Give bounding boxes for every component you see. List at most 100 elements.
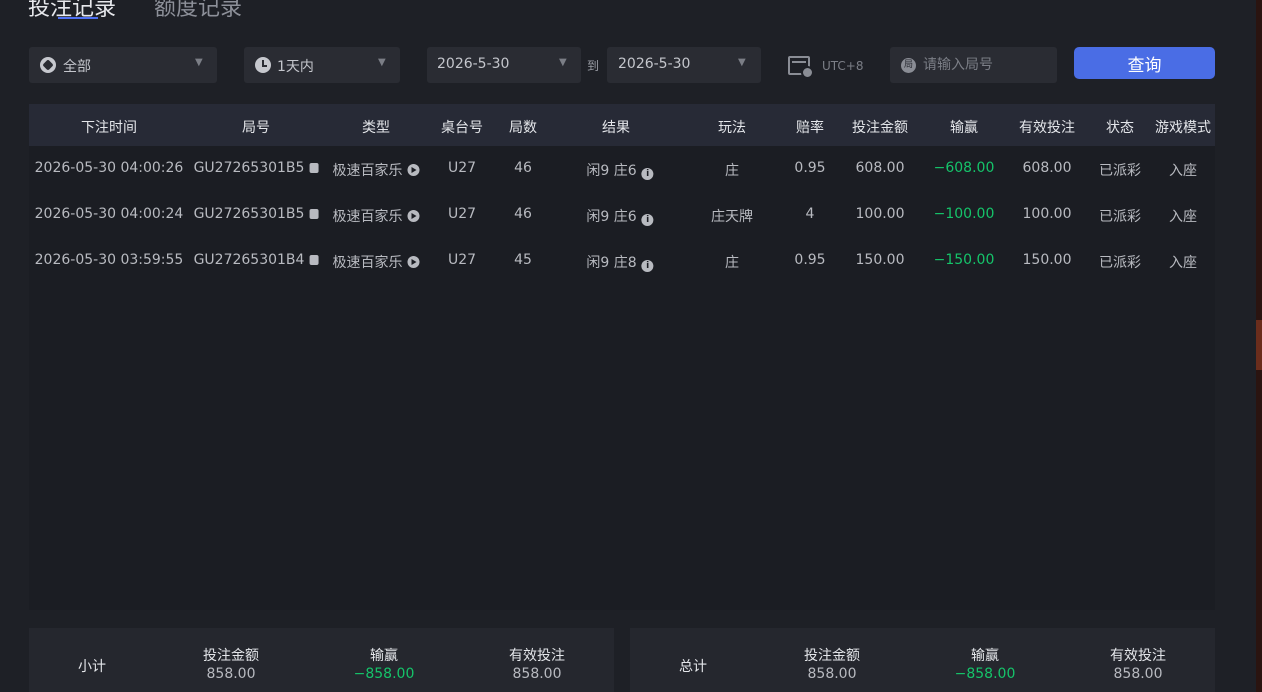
- play-replay-icon[interactable]: [407, 164, 420, 176]
- copy-icon[interactable]: [309, 255, 319, 265]
- subtotal-win-loss: 输赢 −858.00: [354, 645, 415, 682]
- header-round-id: 局号: [242, 120, 270, 136]
- game-type-text: 极速百家乐: [332, 255, 403, 271]
- cell-type: 极速百家乐: [333, 252, 420, 272]
- cell-valid-bet: 150.00: [1022, 252, 1072, 268]
- date-to-picker[interactable]: 2026-5-30 ▼: [607, 47, 761, 83]
- subtotal-bet-value: 858.00: [206, 666, 256, 682]
- total-panel: 总计 投注金额 858.00 输赢 −858.00 有效投注 858.00: [630, 628, 1215, 692]
- round-search-box: 局: [890, 47, 1057, 83]
- date-range-separator: 到: [587, 59, 600, 73]
- cell-table-no: U27: [447, 160, 477, 176]
- poker-chip-icon: [40, 57, 56, 73]
- play-replay-icon[interactable]: [407, 256, 420, 268]
- info-icon[interactable]: i: [641, 214, 654, 226]
- cell-bet-time: 2026-05-30 04:00:24: [34, 206, 184, 222]
- table-row[interactable]: 2026-05-30 04:00:24 GU27265301B5 极速百家乐 U…: [29, 192, 1215, 238]
- copy-icon[interactable]: [309, 163, 319, 173]
- time-range-value: 1天内: [277, 59, 314, 75]
- header-bet-time: 下注时间: [81, 120, 137, 136]
- chevron-down-icon: ▼: [559, 57, 567, 68]
- cell-game-mode: 入座: [1169, 255, 1197, 271]
- subtotal-label: 小计: [78, 659, 106, 675]
- clock-icon: [255, 57, 271, 73]
- cell-valid-bet: 608.00: [1022, 160, 1072, 176]
- game-type-value: 全部: [63, 59, 91, 75]
- tab-credit-records[interactable]: 额度记录: [154, 0, 242, 22]
- date-from-picker[interactable]: 2026-5-30 ▼: [427, 47, 581, 83]
- header-play: 玩法: [718, 120, 746, 136]
- total-valid-label: 有效投注: [1110, 648, 1166, 664]
- cell-valid-bet: 100.00: [1022, 206, 1072, 222]
- total-valid-bet: 有效投注 858.00: [1110, 645, 1166, 682]
- chevron-down-icon: ▼: [378, 57, 386, 68]
- total-bet-label: 投注金额: [804, 648, 860, 664]
- cell-win-loss: −100.00: [933, 206, 995, 222]
- calendar-timezone-icon[interactable]: [788, 56, 814, 79]
- background-glow: [1256, 320, 1262, 370]
- cell-win-loss: −608.00: [933, 160, 995, 176]
- header-game-mode: 游戏模式: [1155, 120, 1211, 136]
- table-row[interactable]: 2026-05-30 04:00:26 GU27265301B5 极速百家乐 U…: [29, 146, 1215, 192]
- round-search-icon: 局: [901, 58, 916, 73]
- subtotal-bet-amount: 投注金额 858.00: [203, 645, 259, 682]
- total-win-value: −858.00: [954, 666, 1016, 682]
- game-type-text: 极速百家乐: [332, 163, 403, 179]
- cell-odds: 0.95: [794, 160, 826, 176]
- cell-play: 庄: [725, 163, 739, 179]
- bet-records-table: 下注时间 局号 类型 桌台号 局数 结果 玩法 赔率 投注金额 输赢 有效投注 …: [29, 104, 1215, 610]
- info-icon[interactable]: i: [641, 168, 654, 180]
- header-result: 结果: [602, 120, 630, 136]
- table-row[interactable]: 2026-05-30 03:59:55 GU27265301B4 极速百家乐 U…: [29, 238, 1215, 284]
- cell-type: 极速百家乐: [333, 160, 420, 180]
- subtotal-panel: 小计 投注金额 858.00 输赢 −858.00 有效投注 858.00: [29, 628, 614, 692]
- header-table-no: 桌台号: [441, 120, 483, 136]
- bet-records-panel: 投注记录 额度记录 全部 ▼ 1天内 ▼ 2026-5-30 ▼ 到 2026-…: [0, 0, 1256, 692]
- total-win-loss: 输赢 −858.00: [955, 645, 1016, 682]
- subtotal-valid-label: 有效投注: [509, 648, 565, 664]
- info-icon[interactable]: i: [641, 260, 654, 272]
- timezone-label: UTC+8: [822, 59, 864, 73]
- game-type-select[interactable]: 全部 ▼: [29, 47, 217, 83]
- cell-game-mode: 入座: [1169, 163, 1197, 179]
- date-from-value: 2026-5-30: [437, 56, 510, 72]
- header-bet-amount: 投注金额: [852, 120, 908, 136]
- total-bet-amount: 投注金额 858.00: [804, 645, 860, 682]
- cell-round-count: 45: [514, 252, 532, 268]
- background-edge: [1256, 0, 1262, 692]
- cell-status: 已派彩: [1099, 209, 1141, 225]
- copy-icon[interactable]: [309, 209, 319, 219]
- header-odds: 赔率: [796, 120, 824, 136]
- table-header: 下注时间 局号 类型 桌台号 局数 结果 玩法 赔率 投注金额 输赢 有效投注 …: [29, 104, 1215, 146]
- date-to-value: 2026-5-30: [618, 56, 691, 72]
- chevron-down-icon: ▼: [738, 57, 746, 68]
- cell-round-id: GU27265301B4: [194, 252, 319, 268]
- header-type: 类型: [362, 120, 390, 136]
- active-tab-indicator: [58, 17, 98, 19]
- cell-bet-time: 2026-05-30 04:00:26: [34, 160, 184, 176]
- play-replay-icon[interactable]: [407, 210, 420, 222]
- cell-bet-amount: 100.00: [855, 206, 905, 222]
- cell-play: 庄天牌: [711, 209, 753, 225]
- header-valid-bet: 有效投注: [1019, 120, 1075, 136]
- round-search-input[interactable]: [923, 54, 1051, 76]
- cell-type: 极速百家乐: [333, 206, 420, 226]
- cell-status: 已派彩: [1099, 255, 1141, 271]
- cell-round-id: GU27265301B5: [194, 206, 319, 222]
- cell-odds: 0.95: [794, 252, 826, 268]
- cell-round-id: GU27265301B5: [194, 160, 319, 176]
- header-round-count: 局数: [509, 120, 537, 136]
- query-button[interactable]: 查询: [1074, 47, 1215, 79]
- cell-status: 已派彩: [1099, 163, 1141, 179]
- time-range-select[interactable]: 1天内 ▼: [244, 47, 400, 83]
- subtotal-valid-bet: 有效投注 858.00: [509, 645, 565, 682]
- cell-bet-time: 2026-05-30 03:59:55: [34, 252, 184, 268]
- subtotal-valid-value: 858.00: [512, 666, 562, 682]
- total-win-label: 输赢: [971, 648, 999, 664]
- game-type-text: 极速百家乐: [332, 209, 403, 225]
- subtotal-win-label: 输赢: [370, 648, 398, 664]
- round-id-text: GU27265301B5: [193, 206, 305, 222]
- cell-round-count: 46: [514, 160, 532, 176]
- header-status: 状态: [1106, 120, 1134, 136]
- header-win-loss: 输赢: [950, 120, 978, 136]
